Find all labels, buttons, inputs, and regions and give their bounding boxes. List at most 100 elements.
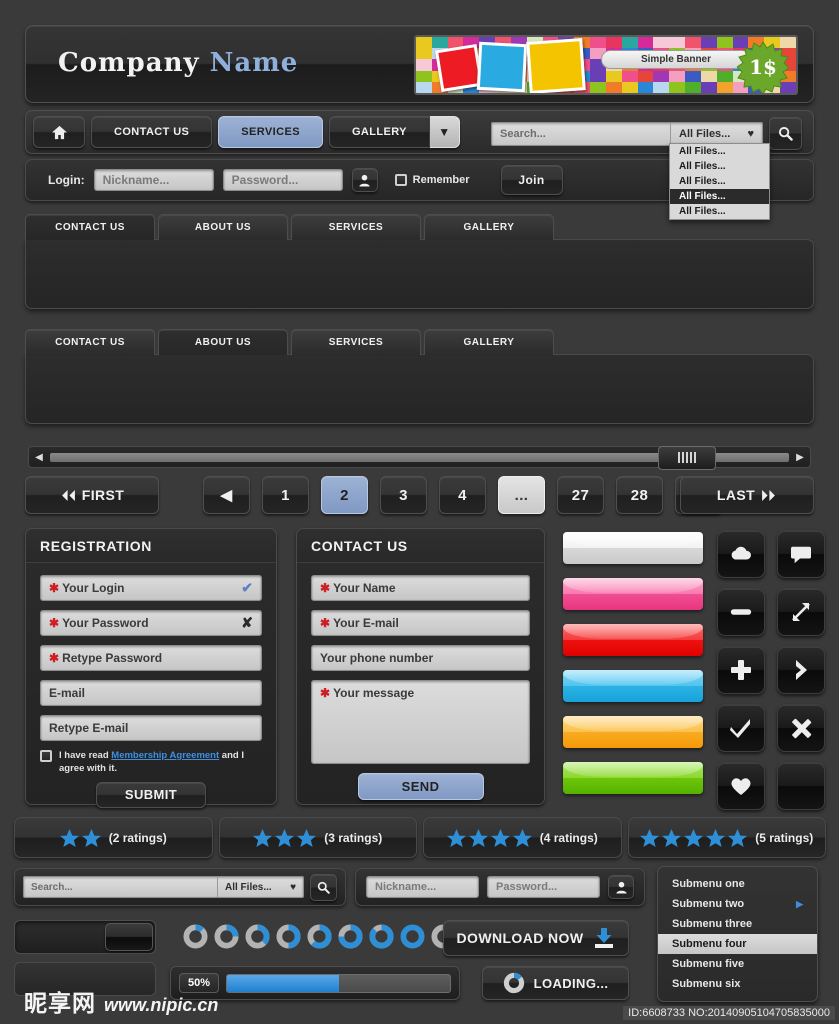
compact-nickname-input[interactable]: Nickname... bbox=[366, 876, 479, 898]
scroll-right-arrow-icon[interactable]: ▶ bbox=[790, 447, 810, 467]
pagination-page-27[interactable]: 27 bbox=[557, 476, 604, 514]
field-your-password[interactable]: ✱ Your Password ✘ bbox=[40, 610, 262, 636]
chat-bubble-button[interactable] bbox=[777, 530, 825, 578]
color-button-blue[interactable] bbox=[563, 670, 703, 702]
spinner-icon bbox=[183, 924, 208, 949]
remember-me-group[interactable]: Remember bbox=[394, 174, 470, 186]
field-your-name[interactable]: ✱ Your Name bbox=[311, 575, 530, 601]
submenu-item-one[interactable]: Submenu one bbox=[658, 874, 817, 894]
pagination-ellipsis[interactable]: ... bbox=[498, 476, 545, 514]
field-your-phone[interactable]: Your phone number bbox=[311, 645, 530, 671]
login-nickname-input[interactable]: Nickname... bbox=[93, 169, 214, 191]
color-button-red[interactable] bbox=[563, 624, 703, 656]
color-button-white[interactable] bbox=[563, 532, 703, 564]
search-input[interactable]: Search... bbox=[492, 123, 670, 145]
submenu-item-three[interactable]: Submenu three bbox=[658, 914, 817, 934]
compact-password-input[interactable]: Password... bbox=[487, 876, 600, 898]
search-filter-dropdown[interactable]: All Files... All Files... All Files... A… bbox=[669, 143, 770, 220]
pagination-page-4[interactable]: 4 bbox=[439, 476, 486, 514]
dropdown-option[interactable]: All Files... bbox=[670, 204, 769, 219]
login-user-button[interactable] bbox=[351, 168, 378, 192]
submenu-item-two[interactable]: Submenu two ▶ bbox=[658, 894, 817, 914]
nav-item-services[interactable]: SERVICES bbox=[218, 116, 323, 148]
dropdown-option[interactable]: All Files... bbox=[670, 159, 769, 174]
rating-5-stars[interactable]: (5 ratings) bbox=[627, 817, 826, 858]
rating-4-stars[interactable]: (4 ratings) bbox=[423, 817, 622, 858]
agreement-checkbox[interactable] bbox=[40, 750, 52, 762]
color-button-pink[interactable] bbox=[563, 578, 703, 610]
blank-button[interactable] bbox=[777, 762, 825, 810]
toggle-knob[interactable] bbox=[105, 923, 153, 951]
favorite-button[interactable] bbox=[717, 762, 765, 810]
minus-button[interactable] bbox=[717, 588, 765, 636]
star-group[interactable] bbox=[446, 828, 532, 847]
submenu-item-four-selected[interactable]: Submenu four bbox=[658, 934, 817, 954]
tab-gallery[interactable]: GALLERY bbox=[424, 214, 554, 240]
loading-button[interactable]: LOADING... bbox=[482, 966, 629, 1000]
membership-agreement-link[interactable]: Membership Agreement bbox=[111, 750, 219, 761]
chevron-down-icon[interactable]: ▼ bbox=[429, 116, 460, 148]
field-your-login[interactable]: ✱ Your Login ✔ bbox=[40, 575, 262, 601]
rating-3-stars[interactable]: (3 ratings) bbox=[218, 817, 417, 858]
submenu-label: Submenu five bbox=[672, 958, 745, 970]
field-retype-password[interactable]: ✱ Retype Password bbox=[40, 645, 262, 671]
color-button-green[interactable] bbox=[563, 762, 703, 794]
scroll-left-arrow-icon[interactable]: ◀ bbox=[29, 447, 49, 467]
field-email[interactable]: E-mail bbox=[40, 680, 262, 706]
close-button[interactable] bbox=[777, 704, 825, 752]
tab-services[interactable]: SERVICES bbox=[291, 329, 421, 355]
nav-item-contact-us[interactable]: CONTACT US bbox=[91, 116, 213, 148]
dropdown-option[interactable]: All Files... bbox=[670, 144, 769, 159]
tab-about-us[interactable]: ABOUT US bbox=[158, 329, 288, 355]
compact-search-filter[interactable]: All Files... ♥ bbox=[217, 877, 303, 897]
compact-login-button[interactable] bbox=[608, 875, 634, 899]
remember-checkbox[interactable] bbox=[394, 174, 407, 186]
next-button[interactable] bbox=[777, 646, 825, 694]
toggle-switch[interactable] bbox=[14, 920, 156, 954]
field-retype-email[interactable]: Retype E-mail bbox=[40, 715, 262, 741]
promo-banner[interactable]: Simple Banner 1$ bbox=[414, 35, 798, 95]
pagination-page-1[interactable]: 1 bbox=[262, 476, 309, 514]
dropdown-option[interactable]: All Files... bbox=[670, 174, 769, 189]
pagination-last-button[interactable]: LAST bbox=[680, 476, 814, 514]
nav-item-gallery[interactable]: GALLERY bbox=[328, 116, 430, 148]
scrollbar-track[interactable] bbox=[50, 445, 789, 470]
field-your-message[interactable]: ✱ Your message bbox=[311, 680, 530, 764]
pagination-page-2-active[interactable]: 2 bbox=[321, 476, 368, 514]
field-your-email[interactable]: ✱ Your E-mail bbox=[311, 610, 530, 636]
search-filter-select[interactable]: All Files... ♥ bbox=[670, 122, 762, 145]
submenu-item-six[interactable]: Submenu six bbox=[658, 974, 817, 994]
horizontal-scrollbar[interactable]: ◀ ▶ bbox=[28, 445, 811, 470]
tab-about-us[interactable]: ABOUT US bbox=[158, 214, 288, 240]
compact-search-input[interactable]: Search... bbox=[24, 877, 217, 897]
plus-button[interactable] bbox=[717, 646, 765, 694]
join-button[interactable]: Join bbox=[500, 165, 563, 195]
submenu-item-five[interactable]: Submenu five bbox=[658, 954, 817, 974]
tab-contact-us[interactable]: CONTACT US bbox=[25, 214, 155, 240]
agreement-row[interactable]: I have read Membership Agreement and I a… bbox=[40, 750, 262, 776]
scrollbar-thumb[interactable] bbox=[658, 445, 716, 470]
color-button-orange[interactable] bbox=[563, 716, 703, 748]
pagination-first-button[interactable]: FIRST bbox=[25, 476, 159, 514]
send-button[interactable]: SEND bbox=[357, 773, 484, 800]
pagination-prev-button[interactable]: ◀ bbox=[203, 476, 250, 514]
pagination-page-3[interactable]: 3 bbox=[380, 476, 427, 514]
expand-button[interactable] bbox=[777, 588, 825, 636]
submit-button[interactable]: SUBMIT bbox=[96, 781, 206, 808]
confirm-button[interactable] bbox=[717, 704, 765, 752]
cloud-upload-button[interactable] bbox=[717, 530, 765, 578]
star-group[interactable] bbox=[253, 828, 317, 847]
compact-search-button[interactable] bbox=[310, 873, 337, 901]
tab-services[interactable]: SERVICES bbox=[291, 214, 421, 240]
dropdown-option-selected[interactable]: All Files... bbox=[670, 189, 769, 204]
star-group[interactable] bbox=[640, 828, 748, 847]
nav-home-button[interactable] bbox=[33, 116, 85, 148]
login-password-input[interactable]: Password... bbox=[222, 169, 343, 191]
star-group[interactable] bbox=[59, 828, 101, 847]
download-now-button[interactable]: DOWNLOAD NOW bbox=[443, 920, 629, 956]
search-submit-button[interactable] bbox=[769, 117, 802, 150]
tab-contact-us[interactable]: CONTACT US bbox=[25, 329, 155, 355]
tab-gallery[interactable]: GALLERY bbox=[424, 329, 554, 355]
rating-2-stars[interactable]: (2 ratings) bbox=[14, 817, 213, 858]
pagination-page-28[interactable]: 28 bbox=[616, 476, 663, 514]
